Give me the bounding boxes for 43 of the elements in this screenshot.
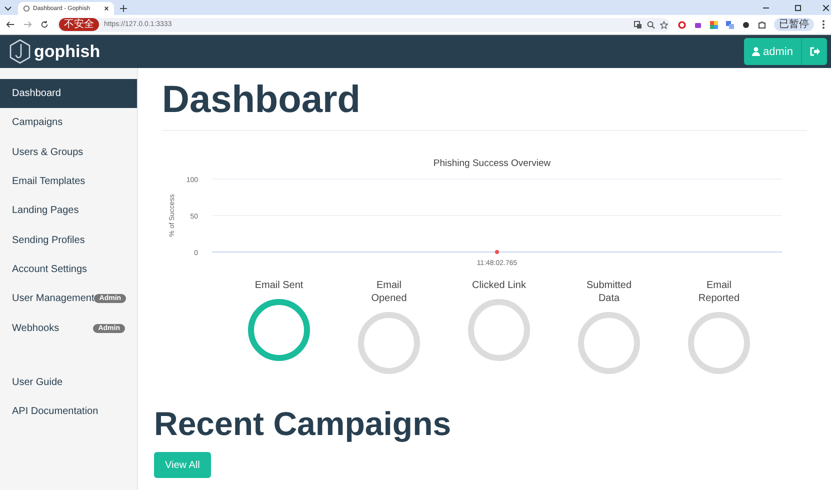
sidebar-item[interactable]: Account Settings (0, 254, 137, 284)
tab-menu-icon[interactable] (4, 4, 12, 12)
chart-title: Phishing Success Overview (433, 158, 551, 169)
user-icon (752, 47, 760, 56)
page-title: Dashboard (162, 78, 362, 122)
sidebar-item[interactable]: Users & Groups (0, 138, 137, 167)
translate-icon[interactable] (634, 20, 642, 28)
zoom-icon[interactable] (647, 20, 655, 28)
new-tab-icon[interactable] (120, 5, 127, 12)
sidebar-item[interactable]: Dashboard (0, 79, 137, 108)
sidebar-item[interactable]: Sending Profiles (0, 225, 137, 255)
stat-label: Email Opened (370, 279, 408, 305)
progress-ring (687, 311, 751, 375)
sidebar-item[interactable]: Landing Pages (0, 196, 137, 226)
puzzle-icon[interactable] (758, 20, 766, 28)
section-title: Recent Campaigns (154, 405, 452, 443)
brand-name[interactable]: gophish (34, 42, 100, 62)
stat-label: Clicked Link (471, 279, 527, 292)
stat-label: Email Sent (254, 279, 304, 292)
globe-icon (23, 5, 30, 12)
back-icon[interactable] (6, 20, 15, 29)
logout-icon (810, 47, 820, 56)
sidebar-link[interactable]: API Documentation (0, 396, 137, 426)
security-badge[interactable]: 不安全 (59, 18, 99, 31)
progress-ring (247, 298, 311, 362)
more-icon[interactable] (822, 20, 825, 29)
minimize-icon[interactable] (763, 5, 769, 11)
sidebar-link[interactable]: User Guide (0, 368, 137, 397)
maximize-icon[interactable] (795, 5, 801, 11)
stat-label: Submitted Data (585, 279, 633, 305)
sidebar-item[interactable]: Email Templates (0, 166, 137, 196)
profile-button[interactable]: 已暂停 (774, 18, 814, 31)
progress-ring (357, 311, 421, 375)
close-icon[interactable] (823, 5, 829, 11)
stat-label: Email Reported (697, 279, 741, 305)
logo-icon (9, 39, 31, 64)
star-icon[interactable] (660, 20, 668, 28)
close-icon[interactable] (104, 6, 109, 11)
reload-icon[interactable] (40, 20, 49, 29)
progress-ring (577, 311, 641, 375)
progress-ring (467, 298, 531, 362)
data-point (495, 250, 499, 254)
sidebar-item[interactable]: Campaigns (0, 108, 137, 138)
